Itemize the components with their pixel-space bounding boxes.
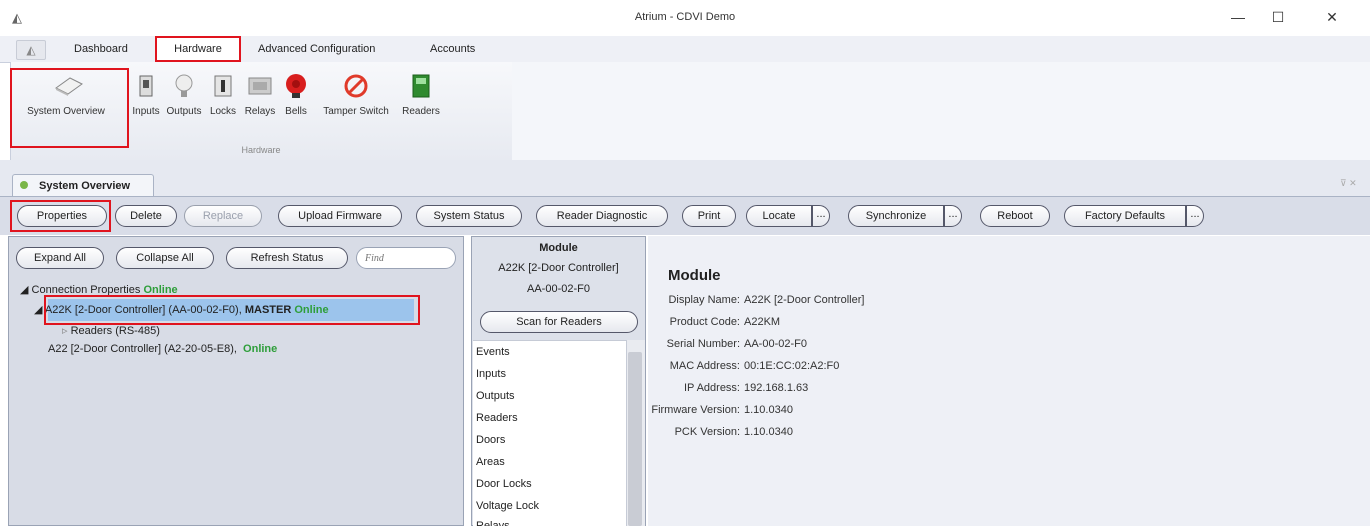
relays-button[interactable]: Relays — [242, 72, 278, 132]
replace-button[interactable]: Replace — [184, 205, 262, 227]
readers-button[interactable]: Readers — [400, 72, 442, 132]
field-value: 1.10.0340 — [744, 426, 793, 438]
field-label: MAC Address: — [669, 360, 740, 372]
collapse-arrow-icon[interactable]: ▹ — [62, 325, 68, 337]
refresh-status-button[interactable]: Refresh Status — [226, 247, 348, 269]
module-detail-panel — [648, 236, 1370, 526]
field-label: Display Name: — [668, 294, 740, 306]
system-status-button[interactable]: System Status — [416, 205, 522, 227]
highlight-system-overview — [10, 68, 129, 148]
window-title: Atrium - CDVI Demo — [634, 11, 736, 23]
field-label: PCK Version: — [674, 426, 740, 438]
field-value: 192.168.1.63 — [744, 382, 809, 394]
module-device: A22K [2-Door Controller] — [498, 262, 619, 274]
list-item[interactable]: Events — [476, 346, 510, 358]
scrollbar-thumb[interactable] — [628, 352, 642, 526]
field-value: 00:1E:CC:02:A2:F0 — [744, 360, 840, 372]
maximize-button[interactable]: ☐ — [1264, 6, 1292, 28]
list-item[interactable]: Relays — [476, 520, 510, 526]
bell-icon — [286, 74, 306, 98]
locate-button[interactable]: Locate — [746, 205, 812, 227]
find-input[interactable] — [356, 247, 456, 269]
highlight-properties — [10, 200, 111, 232]
list-item[interactable]: Areas — [476, 456, 505, 468]
tab-system-overview[interactable]: System Overview — [12, 174, 154, 196]
print-button[interactable]: Print — [682, 205, 736, 227]
collapse-all-button[interactable]: Collapse All — [116, 247, 214, 269]
field-value: A22KM — [744, 316, 781, 328]
node-label: A22 [2-Door Controller] (A2-20-05-E8), — [48, 343, 237, 355]
field-label: Firmware Version: — [651, 404, 740, 416]
factory-defaults-button[interactable]: Factory Defaults — [1064, 205, 1186, 227]
tab-dashboard[interactable]: Dashboard — [68, 38, 134, 60]
field-value: AA-00-02-F0 — [744, 338, 807, 350]
module-title: Module — [539, 242, 578, 254]
app-menu-button[interactable]: ◭ — [16, 40, 46, 60]
minimize-button[interactable]: — — [1224, 6, 1252, 28]
inputs-button[interactable]: Inputs — [130, 72, 162, 132]
pin-close-icon[interactable]: ⊽ ✕ — [1340, 178, 1357, 189]
tab-accounts[interactable]: Accounts — [424, 38, 481, 60]
expand-arrow-icon[interactable]: ◢ — [34, 304, 42, 316]
detail-heading: Module — [668, 267, 721, 284]
list-item[interactable]: Doors — [476, 434, 505, 446]
locks-button[interactable]: Locks — [206, 72, 240, 132]
reader-diagnostic-button[interactable]: Reader Diagnostic — [536, 205, 668, 227]
list-item[interactable]: Readers — [476, 412, 518, 424]
tree-node-a22[interactable]: A22 [2-Door Controller] (A2-20-05-E8), O… — [48, 343, 277, 355]
list-item[interactable]: Inputs — [476, 368, 506, 380]
synchronize-button[interactable]: Synchronize — [848, 205, 944, 227]
relay-icon — [248, 77, 272, 95]
switch-icon — [139, 75, 153, 97]
device-tree-panel — [8, 236, 464, 526]
bells-button[interactable]: Bells — [280, 72, 312, 132]
tamper-switch-button[interactable]: Tamper Switch — [314, 72, 398, 132]
highlight-a22k-node — [44, 295, 420, 325]
list-item[interactable]: Door Locks — [476, 478, 532, 490]
tab-hardware[interactable]: Hardware — [155, 36, 241, 62]
tree-node-readers[interactable]: ▹ Readers (RS-485) — [62, 324, 160, 337]
field-value: A22K [2-Door Controller] — [744, 294, 865, 306]
lightbulb-icon — [175, 74, 193, 97]
close-button[interactable]: ✕ — [1318, 6, 1346, 28]
field-label: Serial Number: — [666, 338, 740, 350]
expand-arrow-icon[interactable]: ◢ — [20, 284, 28, 296]
tab-advanced-configuration[interactable]: Advanced Configuration — [252, 38, 381, 60]
reboot-button[interactable]: Reboot — [980, 205, 1050, 227]
ribbon-group-label: Hardware — [241, 145, 281, 155]
list-item[interactable]: Outputs — [476, 390, 515, 402]
status-badge: Online — [243, 343, 278, 355]
field-value: 1.10.0340 — [744, 404, 793, 416]
card-reader-icon — [412, 74, 430, 98]
ribbon-empty-area — [512, 62, 1370, 161]
field-label: Product Code: — [669, 316, 740, 328]
delete-button[interactable]: Delete — [115, 205, 177, 227]
node-label: Readers (RS-485) — [70, 325, 160, 337]
field-label: IP Address: — [683, 382, 740, 394]
lock-icon — [214, 75, 232, 97]
list-item[interactable]: Voltage Lock — [476, 500, 539, 512]
outputs-button[interactable]: Outputs — [164, 72, 204, 132]
status-dot-icon — [20, 181, 28, 189]
document-tab-strip — [0, 160, 1370, 196]
upload-firmware-button[interactable]: Upload Firmware — [278, 205, 402, 227]
expand-all-button[interactable]: Expand All — [16, 247, 104, 269]
prohibited-icon — [344, 74, 368, 98]
